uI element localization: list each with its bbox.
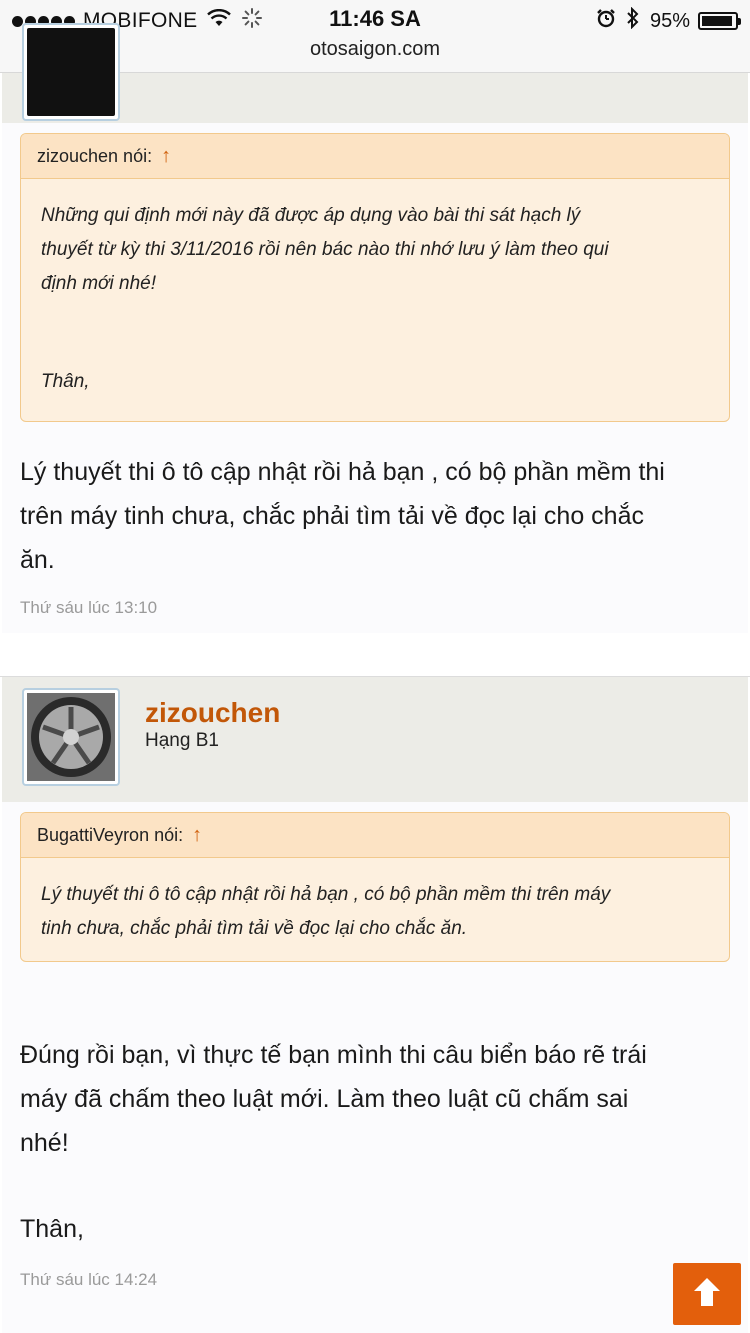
quote-box: zizouchen nói: ↑ Những qui định mới này … <box>20 133 730 422</box>
quote-author[interactable]: zizouchen nói: <box>37 146 152 166</box>
quote-header: BugattiVeyron nói: ↑ <box>21 813 729 858</box>
bluetooth-icon <box>626 6 640 35</box>
arrow-up-icon[interactable]: ↑ <box>161 145 171 167</box>
battery-icon <box>698 12 741 30</box>
avatar[interactable] <box>22 688 120 786</box>
post-message: Đúng rồi bạn, vì thực tế bạn mình thi câ… <box>20 1033 730 1251</box>
post-header-partial <box>2 23 748 123</box>
post-date[interactable]: Thứ sáu lúc 13:10 <box>20 598 157 618</box>
message-line: Lý thuyết thi ô tô cập nhật rồi hả bạn ,… <box>20 458 665 486</box>
wheel-avatar-image <box>27 693 115 781</box>
quote-line: Lý thuyết thi ô tô cập nhật rồi hả bạn ,… <box>41 884 611 905</box>
quote-line: Những qui định mới này đã được áp dụng v… <box>41 205 581 226</box>
message-line: Thân, <box>20 1215 84 1243</box>
battery-fill <box>702 16 732 26</box>
avatar-image <box>27 28 115 116</box>
quote-author[interactable]: BugattiVeyron nói: <box>37 825 183 845</box>
battery-percent: 95% <box>649 9 690 32</box>
quote-body: Những qui định mới này đã được áp dụng v… <box>21 179 729 399</box>
message-line: máy đã chấm theo luật mới. Làm theo luật… <box>20 1085 629 1113</box>
avatar[interactable] <box>22 23 120 121</box>
post-message: Lý thuyết thi ô tô cập nhật rồi hả bạn ,… <box>20 450 730 582</box>
arrow-up-icon <box>691 1275 723 1314</box>
message-line: trên máy tinh chưa, chắc phải tìm tải về… <box>20 502 644 530</box>
author-name[interactable]: zizouchen <box>145 697 280 729</box>
quote-line: tinh chưa, chắc phải tìm tải về đọc lại … <box>41 918 468 939</box>
alarm-icon <box>596 8 616 34</box>
arrow-up-icon[interactable]: ↑ <box>192 824 202 846</box>
quote-body: Lý thuyết thi ô tô cập nhật rồi hả bạn ,… <box>21 858 729 946</box>
quote-line: định mới nhé! <box>41 273 156 294</box>
post-date[interactable]: Thứ sáu lúc 14:24 <box>20 1270 157 1290</box>
quote-line: thuyết từ kỳ thi 3/11/2016 rồi nên bác n… <box>41 239 609 260</box>
author-rank: Hạng B1 <box>145 730 219 751</box>
quote-line: Thân, <box>41 371 90 392</box>
message-line: nhé! <box>20 1129 69 1157</box>
scroll-to-top-button[interactable] <box>673 1263 741 1325</box>
quote-header: zizouchen nói: ↑ <box>21 134 729 179</box>
status-right: 95% <box>586 6 741 35</box>
message-line: ăn. <box>20 546 55 574</box>
quote-box: BugattiVeyron nói: ↑ Lý thuyết thi ô tô … <box>20 812 730 962</box>
message-line: Đúng rồi bạn, vì thực tế bạn mình thi câ… <box>20 1041 647 1069</box>
